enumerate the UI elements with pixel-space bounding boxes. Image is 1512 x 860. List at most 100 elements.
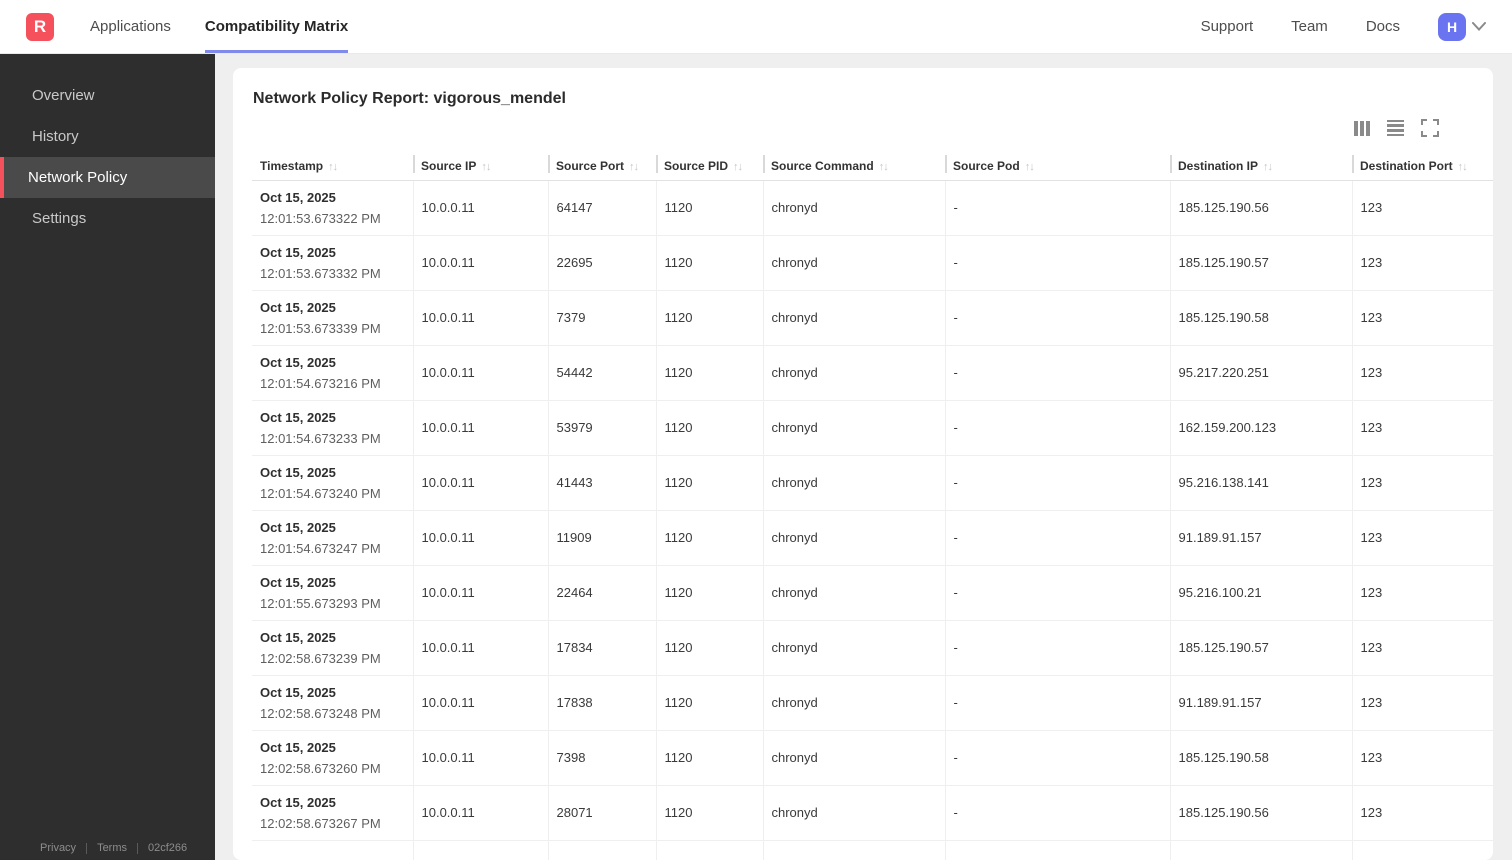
cell-source-port: 53979: [547, 400, 656, 456]
cell-source-pod: [944, 840, 1170, 860]
cell-source-ip: 10.0.0.11: [412, 510, 548, 566]
table-row: Oct 15, 2025 12:01:53.673332 PM 10.0.0.1…: [252, 235, 1493, 291]
table-row: Oct 15, 2025 12:01:54.673240 PM 10.0.0.1…: [252, 455, 1493, 511]
nav-right: Support Team Docs H: [1201, 0, 1512, 53]
cell-source-port: 7379: [547, 290, 656, 346]
fullscreen-glyph: [1421, 119, 1439, 137]
cell-destination-ip: 95.216.100.21: [1169, 565, 1352, 621]
sort-icon: ↑↓: [878, 160, 889, 173]
cell-source-ip: 10.0.0.11: [412, 235, 548, 291]
column-header-destination-port[interactable]: Destination Port ↑↓: [1352, 154, 1493, 181]
table-row: Oct 15, 2025 12:01:53.673339 PM 10.0.0.1…: [252, 290, 1493, 346]
cell-source-command: chronyd: [762, 565, 945, 621]
table-row: Oct 15, 2025 12:01:53.673322 PM 10.0.0.1…: [252, 180, 1493, 236]
table-body: Oct 15, 2025 12:01:53.673322 PM 10.0.0.1…: [252, 180, 1493, 860]
cell-timestamp: Oct 15, 2025 12:02:58.673260 PM: [252, 730, 413, 786]
cell-destination-port: 123: [1351, 510, 1493, 566]
timestamp-date: Oct 15, 2025: [260, 464, 336, 480]
cell-source-ip: 10.0.0.11: [412, 675, 548, 731]
sort-icon: ↑↓: [1263, 160, 1273, 173]
tab-applications[interactable]: Applications: [90, 0, 171, 53]
timestamp-date: Oct 15, 2025: [260, 519, 336, 535]
table-row: Oct 15, 2025 12:01:54.673233 PM 10.0.0.1…: [252, 400, 1493, 456]
cell-timestamp: Oct 15, 2025 12:02:58.673267 PM: [252, 785, 413, 841]
cell-timestamp: Oct 15, 2025 12:01:54.673247 PM: [252, 510, 413, 566]
sidebar-item-settings[interactable]: Settings: [0, 198, 215, 239]
cell-source-pod: -: [944, 235, 1170, 291]
timestamp-time: 12:02:58.673248 PM: [260, 705, 381, 721]
column-header-source-command[interactable]: Source Command ↑↓: [763, 154, 945, 181]
row-view-icon[interactable]: [1387, 119, 1404, 137]
cell-source-pid: 1120: [655, 620, 763, 676]
cell-source-command: chronyd: [762, 290, 945, 346]
cell-source-pid: 1120: [655, 235, 763, 291]
rows-glyph: [1387, 119, 1404, 137]
sidebar: Overview History Network Policy Settings…: [0, 54, 215, 860]
cell-destination-port: 123: [1351, 180, 1493, 236]
logo-r-icon: R: [26, 12, 54, 41]
cell-destination-ip: 162.159.200.123: [1169, 400, 1352, 456]
cell-source-pid: 1120: [655, 675, 763, 731]
sidebar-item-history[interactable]: History: [0, 116, 215, 157]
cell-source-ip: 10.0.0.11: [412, 730, 548, 786]
column-header-timestamp[interactable]: Timestamp ↑↓: [252, 154, 413, 181]
table-row: Oct 15, 2025 12:02:58.673260 PM 10.0.0.1…: [252, 730, 1493, 786]
fullscreen-icon[interactable]: [1421, 119, 1439, 137]
cell-timestamp: Oct 15, 2025 12:01:53.673332 PM: [252, 235, 413, 291]
cell-destination-ip: 185.125.190.58: [1169, 730, 1352, 786]
footer-link-terms[interactable]: Terms: [97, 842, 127, 854]
cell-source-port: 54442: [547, 345, 656, 401]
cell-source-pod: -: [944, 620, 1170, 676]
cell-destination-port: 123: [1351, 730, 1493, 786]
column-header-source-ip[interactable]: Source IP ↑↓: [413, 154, 548, 181]
cell-source-port: 17838: [547, 675, 656, 731]
cell-destination-ip: 185.125.190.57: [1169, 620, 1352, 676]
nav-link-team[interactable]: Team: [1291, 18, 1328, 35]
cell-source-pod: -: [944, 675, 1170, 731]
sidebar-item-overview[interactable]: Overview: [0, 75, 215, 116]
cell-source-pod: -: [944, 345, 1170, 401]
brand-logo[interactable]: R: [26, 0, 54, 53]
nav-link-support[interactable]: Support: [1201, 18, 1254, 35]
column-header-source-port[interactable]: Source Port ↑↓: [548, 154, 656, 181]
timestamp-time: 12:01:54.673247 PM: [260, 540, 381, 556]
user-menu[interactable]: H: [1438, 12, 1486, 41]
top-nav: R Applications Compatibility Matrix Supp…: [0, 0, 1512, 54]
columns-glyph: [1354, 120, 1370, 136]
cell-timestamp: Oct 15, 2025 12:02:58.673239 PM: [252, 620, 413, 676]
column-view-icon[interactable]: [1354, 120, 1370, 136]
footer-link-privacy[interactable]: Privacy: [40, 842, 76, 854]
column-header-source-pid[interactable]: Source PID ↑↓: [656, 154, 763, 181]
timestamp-time: 12:01:53.673332 PM: [260, 265, 381, 281]
sort-icon: ↑↓: [481, 160, 491, 173]
table-row: Oct 15, 2025 12:01:54.673216 PM 10.0.0.1…: [252, 345, 1493, 401]
cell-destination-ip: [1169, 840, 1352, 860]
sidebar-item-network-policy[interactable]: Network Policy: [0, 157, 215, 198]
cell-source-pod: -: [944, 565, 1170, 621]
cell-source-pid: 1120: [655, 510, 763, 566]
column-header-destination-ip[interactable]: Destination IP ↑↓: [1170, 154, 1352, 181]
timestamp-date: Oct 15, 2025: [260, 794, 336, 810]
cell-destination-ip: 185.125.190.57: [1169, 235, 1352, 291]
column-header-source-pod[interactable]: Source Pod ↑↓: [945, 154, 1170, 181]
timestamp-time: 12:01:54.673240 PM: [260, 485, 381, 501]
cell-source-port: 22695: [547, 235, 656, 291]
cell-destination-port: 123: [1351, 620, 1493, 676]
network-policy-table: Timestamp ↑↓ Source IP ↑↓ Source Port ↑↓ So…: [233, 154, 1493, 860]
cell-destination-port: 123: [1351, 290, 1493, 346]
cell-timestamp: Oct 15, 2025 12:01:54.673240 PM: [252, 455, 413, 511]
timestamp-time: 12:01:54.673233 PM: [260, 430, 381, 446]
timestamp-date: Oct 15, 2025: [260, 189, 336, 205]
cell-source-command: chronyd: [762, 785, 945, 841]
tab-compatibility-matrix[interactable]: Compatibility Matrix: [204, 0, 349, 53]
footer-divider: [86, 842, 88, 854]
cell-timestamp: Oct 15, 2025: [252, 840, 413, 860]
cell-source-ip: 10.0.0.11: [412, 180, 548, 236]
table-row: Oct 15, 2025 12:02:58.673267 PM 10.0.0.1…: [252, 785, 1493, 841]
nav-link-docs[interactable]: Docs: [1366, 18, 1400, 35]
cell-destination-ip: 185.125.190.56: [1169, 180, 1352, 236]
cell-source-pid: 1120: [655, 400, 763, 456]
cell-source-pid: 1120: [655, 730, 763, 786]
main-content: Network Policy Report: vigorous_mendel T…: [215, 54, 1512, 860]
cell-timestamp: Oct 15, 2025 12:01:53.673322 PM: [252, 180, 413, 236]
